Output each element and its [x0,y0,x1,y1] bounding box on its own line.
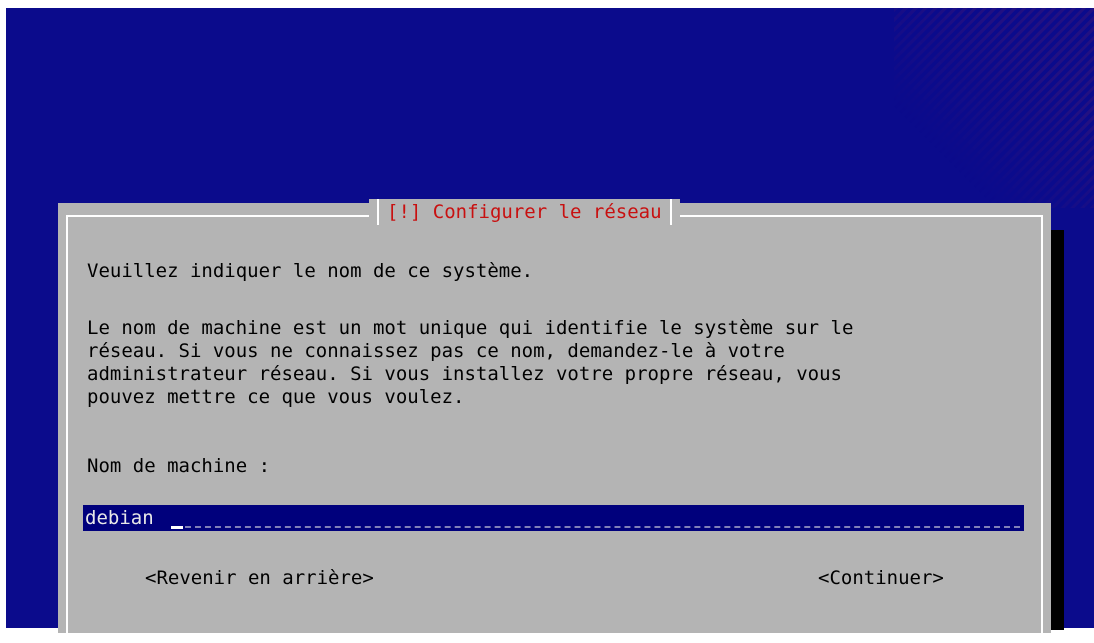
title-left-tick [377,199,379,225]
description-line-1: Le nom de machine est un mot unique qui … [87,317,854,339]
hostname-label: Nom de machine : [87,455,271,477]
dialog-title: [!] Configurer le réseau [369,199,680,229]
text-cursor [171,526,183,529]
description-line-2: réseau. Si vous ne connaissez pas ce nom… [87,340,785,362]
hostname-value[interactable]: debian [85,506,154,530]
question-text: Veuillez indiquer le nom de ce système. [87,260,534,282]
dialog-title-text: [!] Configurer le réseau [387,201,662,223]
hostname-input[interactable]: debian [83,505,1024,531]
configure-network-dialog: [!] Configurer le réseau Veuillez indiqu… [58,199,1051,643]
title-right-tick [669,199,672,225]
description-line-3: administrateur réseau. Si vous installez… [87,363,842,385]
dialog-shadow [1050,230,1064,630]
back-button[interactable]: <Revenir en arrière> [145,566,374,590]
input-fill-dashes [185,526,1020,528]
description-line-4: pouvez mettre ce que vous voulez. [87,386,465,408]
continue-button[interactable]: <Continuer> [818,566,944,590]
